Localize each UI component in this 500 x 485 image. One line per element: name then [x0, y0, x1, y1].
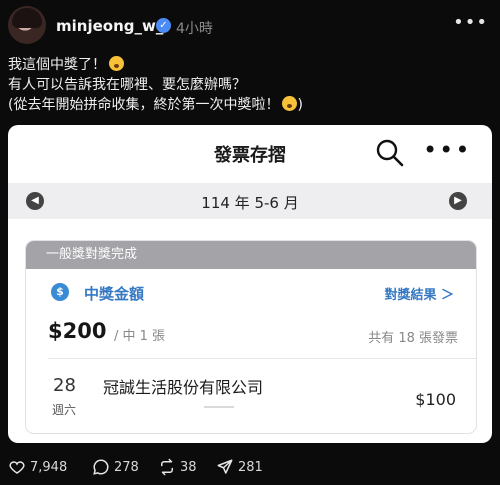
merchant-name[interactable]: 冠誠生活股份有限公司: [103, 374, 263, 398]
post-actions: 7,948 278 38 281: [8, 455, 492, 479]
caption-line-3-end: ): [297, 97, 303, 113]
verified-badge-icon: ✓: [156, 18, 171, 33]
prize-amount-label: 中獎金額: [84, 285, 145, 303]
invoice-day: 28: [53, 375, 76, 396]
post-time: 4小時: [176, 21, 213, 37]
caption-line-2: 有人可以告訴我在哪裡、要怎麼辦嗎？: [8, 77, 246, 93]
comment-button[interactable]: 278: [92, 455, 139, 479]
invoice-app-screenshot[interactable]: 發票存摺 ••• ◀ 114 年 5-6 月 ▶ 一般獎對獎完成 $ 中獎金額 …: [8, 125, 492, 443]
divider: [48, 358, 476, 359]
dollar-coin-icon: $: [51, 283, 69, 301]
share-count: 281: [238, 459, 263, 475]
section-header: 一般獎對獎完成: [26, 241, 476, 269]
repost-icon: [161, 458, 173, 476]
username[interactable]: minjeong_w_: [56, 17, 163, 35]
winning-count: / 中 1 張: [114, 329, 166, 344]
period-label: 114 年 5-6 月: [201, 194, 299, 212]
heart-icon: [9, 461, 25, 474]
comment-icon: [93, 459, 109, 475]
app-title: 發票存摺: [214, 145, 286, 166]
comment-count: 278: [114, 459, 139, 475]
period-selector: ◀ 114 年 5-6 月 ▶: [8, 183, 492, 219]
next-period-icon[interactable]: ▶: [449, 192, 467, 210]
prize-result-panel: 一般獎對獎完成 $ 中獎金額 對獎結果 ＞ $200 / 中 1 張 共有 18…: [25, 240, 477, 434]
repost-count: 38: [180, 459, 197, 475]
share-button[interactable]: 281: [216, 455, 263, 479]
like-button[interactable]: 7,948: [8, 455, 67, 479]
check-result-link[interactable]: 對獎結果 ＞: [384, 284, 454, 303]
post-header: minjeong_w_ ✓ 4小時 •••: [8, 6, 492, 46]
invoice-total: 共有 18 張發票: [368, 331, 458, 346]
repost-button[interactable]: 38: [158, 455, 197, 479]
more-options-button[interactable]: •••: [453, 12, 488, 33]
surprised-emoji-icon: [109, 56, 124, 71]
caption-line-3: (從去年開始拼命收集，終於第一次中獎啦！: [8, 97, 280, 113]
avatar[interactable]: [8, 6, 46, 44]
blurred-subtext: [204, 406, 234, 408]
search-icon[interactable]: [376, 139, 404, 167]
send-icon: [217, 459, 233, 474]
like-count: 7,948: [30, 459, 68, 475]
invoice-weekday: 週六: [52, 403, 77, 417]
more-menu-icon[interactable]: •••: [423, 138, 469, 165]
grin-emoji-icon: [282, 96, 298, 111]
invoice-amount: $100: [415, 390, 456, 409]
post-caption: 我這個中獎了！ 有人可以告訴我在哪裡、要怎麼辦嗎？ (從去年開始拼命收集，終於第…: [8, 55, 303, 115]
prize-total-amount: $200: [48, 319, 107, 343]
caption-line-1: 我這個中獎了！: [8, 57, 106, 73]
